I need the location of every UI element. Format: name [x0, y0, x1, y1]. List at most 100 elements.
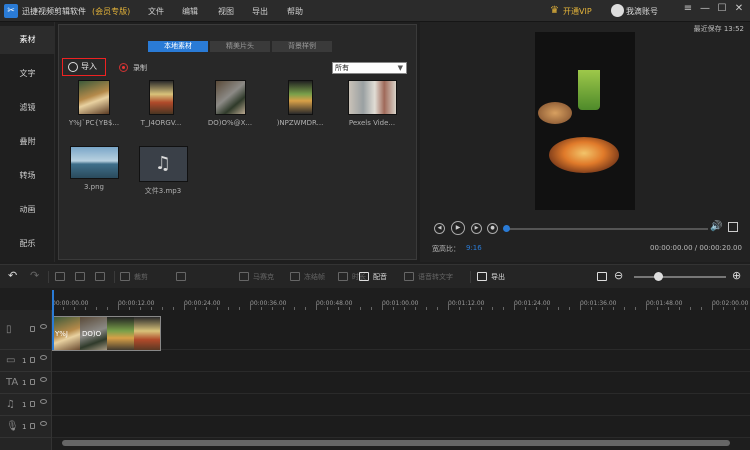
- ruler-tick-label: 00:00:24.00: [184, 300, 221, 307]
- speech-icon: [404, 272, 414, 281]
- lock-icon[interactable]: [30, 423, 35, 429]
- sidebar-item-media[interactable]: 素材: [0, 26, 55, 54]
- zoom-in-icon[interactable]: ⊕: [732, 269, 741, 282]
- clip[interactable]: [134, 317, 160, 350]
- tab-local-media[interactable]: 本地素材: [148, 41, 208, 52]
- ruler-tick-label: 00:00:12.00: [118, 300, 155, 307]
- undo-icon[interactable]: ↶: [8, 269, 17, 282]
- menu-edit[interactable]: 编辑: [182, 6, 198, 17]
- menu-view[interactable]: 视图: [218, 6, 234, 17]
- eye-icon[interactable]: [40, 377, 47, 382]
- split-icon[interactable]: [95, 272, 109, 281]
- ruler-tick-label: 00:00:00.00: [52, 300, 89, 307]
- fit-screen-icon[interactable]: [597, 272, 611, 281]
- close-button[interactable]: ✕: [733, 3, 745, 14]
- tab-backgrounds[interactable]: 背景样例: [272, 41, 332, 52]
- record-label[interactable]: 录制: [133, 63, 147, 73]
- overlay-track[interactable]: [52, 350, 750, 372]
- eye-icon[interactable]: [40, 355, 47, 360]
- freeze-frame-button[interactable]: 冻结帧: [290, 272, 325, 282]
- import-button[interactable]: 导入: [62, 58, 106, 76]
- menu-help[interactable]: 帮助: [287, 6, 303, 17]
- vip-button[interactable]: 开通VIP: [563, 6, 592, 17]
- sidebar-item-transition[interactable]: 转场: [0, 162, 55, 190]
- media-item[interactable]: DO)O%@X...: [199, 80, 261, 127]
- filter-value: 所有: [335, 64, 349, 72]
- media-item[interactable]: 3.png: [63, 146, 125, 191]
- volume-icon[interactable]: 🔊: [710, 221, 722, 232]
- aspect-ratio-label: 宽高比：: [432, 245, 460, 253]
- music-track[interactable]: [52, 394, 750, 416]
- zoom-handle[interactable]: [654, 272, 663, 281]
- app-title: 迅捷视频剪辑软件: [22, 7, 86, 16]
- ruler-tick-label: 00:00:36.00: [250, 300, 287, 307]
- media-item[interactable]: )NPZWMDR...: [269, 80, 331, 127]
- fullscreen-icon[interactable]: [728, 222, 738, 232]
- media-thumbnail: [287, 80, 313, 115]
- media-item[interactable]: Pexels Vide...: [341, 80, 403, 127]
- clip[interactable]: Y%J: [53, 317, 80, 350]
- eye-icon[interactable]: [40, 421, 47, 426]
- playback-progress-bar[interactable]: [504, 228, 708, 230]
- text-track[interactable]: [52, 372, 750, 394]
- preview-video[interactable]: [535, 32, 635, 210]
- zoom-slider[interactable]: [634, 276, 726, 278]
- play-button[interactable]: ▶: [451, 221, 465, 235]
- maximize-button[interactable]: ☐: [716, 3, 728, 14]
- menu-export[interactable]: 导出: [252, 6, 268, 17]
- lock-icon[interactable]: [30, 357, 35, 363]
- zoom-out-icon[interactable]: ⊖: [614, 269, 623, 282]
- menu-icon[interactable]: ≡: [682, 3, 694, 14]
- prev-frame-button[interactable]: ◀: [434, 223, 445, 234]
- filter-select[interactable]: 所有 ▼: [332, 62, 407, 74]
- sidebar-item-music[interactable]: 配乐: [0, 230, 55, 258]
- sidebar-item-text[interactable]: 文字: [0, 60, 55, 88]
- menu-file[interactable]: 文件: [148, 6, 164, 17]
- lock-icon[interactable]: [30, 379, 35, 385]
- mosaic-button[interactable]: 马赛克: [239, 272, 274, 282]
- progress-handle[interactable]: [503, 225, 510, 232]
- lock-icon[interactable]: [30, 326, 35, 332]
- record-icon[interactable]: [119, 63, 128, 72]
- clip-label: DO)O: [82, 330, 102, 338]
- track-number: 1: [22, 357, 27, 365]
- voiceover-track[interactable]: [52, 416, 750, 438]
- sidebar-item-animation[interactable]: 动画: [0, 196, 55, 224]
- export-icon: [477, 272, 487, 281]
- voiceover-button[interactable]: 配音: [359, 272, 387, 282]
- timeline-scrollbar[interactable]: [62, 440, 730, 446]
- sidebar: 素材 文字 滤镜 叠附 转场 动画 配乐: [0, 22, 55, 262]
- crop-button[interactable]: 裁剪: [120, 272, 148, 282]
- playhead[interactable]: [52, 290, 54, 350]
- media-item[interactable]: T_J4ORGV...: [130, 80, 192, 127]
- stop-button[interactable]: ●: [487, 223, 498, 234]
- speech-to-text-label: 语音转文字: [418, 273, 453, 281]
- eye-icon[interactable]: [40, 324, 47, 329]
- minimize-button[interactable]: —: [699, 3, 711, 14]
- speed-icon[interactable]: [176, 272, 190, 281]
- video-track-header: ▯: [0, 310, 52, 350]
- sidebar-item-filter[interactable]: 滤镜: [0, 94, 55, 122]
- export-button[interactable]: 导出: [477, 272, 505, 282]
- delete-icon[interactable]: [75, 272, 89, 281]
- speech-to-text-button[interactable]: 语音转文字: [404, 272, 453, 282]
- media-item[interactable]: ♫ 文件3.mp3: [132, 146, 194, 196]
- tab-intros[interactable]: 精美片头: [210, 41, 270, 52]
- account-label[interactable]: 我滴账号: [626, 6, 658, 17]
- avatar[interactable]: [611, 4, 624, 17]
- sidebar-item-overlay[interactable]: 叠附: [0, 128, 55, 156]
- eye-icon[interactable]: [40, 399, 47, 404]
- media-filename: Y%J`PC{YB$...: [68, 119, 120, 127]
- media-item[interactable]: Y%J`PC{YB$...: [63, 80, 125, 127]
- overlay-track-icon: ▭: [6, 355, 16, 366]
- redo-icon[interactable]: ↷: [30, 269, 39, 282]
- lock-icon[interactable]: [30, 401, 35, 407]
- media-thumbnail: [69, 146, 119, 179]
- clip[interactable]: DO)O: [80, 317, 107, 350]
- aspect-ratio-value[interactable]: 9:16: [466, 244, 482, 252]
- timeline-ruler[interactable]: 00:00:00.00 00:00:12.00 00:00:24.00 00:00:3…: [52, 290, 750, 310]
- clip[interactable]: [107, 317, 134, 350]
- video-clip-strip[interactable]: Y%J DO)O: [52, 316, 161, 351]
- next-frame-button[interactable]: ▶: [471, 223, 482, 234]
- edit-icon[interactable]: [55, 272, 69, 281]
